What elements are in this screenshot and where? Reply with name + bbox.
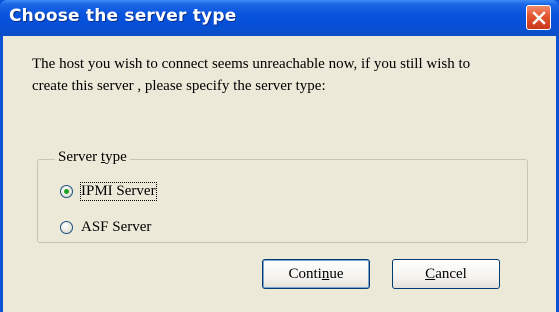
group-label: Server type <box>55 149 130 166</box>
close-icon <box>531 10 546 25</box>
radio-label-ipmi: IPMI Server <box>80 182 157 201</box>
radio-button-selected[interactable] <box>60 185 73 198</box>
cancel-button[interactable]: Cancel <box>392 259 500 289</box>
radio-asf-server[interactable]: ASF Server <box>60 219 151 236</box>
radio-ipmi-server[interactable]: IPMI Server <box>60 182 157 201</box>
cancel-label: Cancel <box>425 265 467 282</box>
continue-label: Continue <box>288 265 344 282</box>
window-title: Choose the server type <box>9 6 237 26</box>
message-text: The host you wish to connect seems unrea… <box>32 56 471 94</box>
title-bar[interactable]: Choose the server type <box>0 0 559 36</box>
continue-button[interactable]: Continue <box>262 259 370 289</box>
close-button[interactable] <box>526 5 551 30</box>
radio-button-unselected[interactable] <box>60 221 73 234</box>
radio-label-asf: ASF Server <box>81 219 152 235</box>
